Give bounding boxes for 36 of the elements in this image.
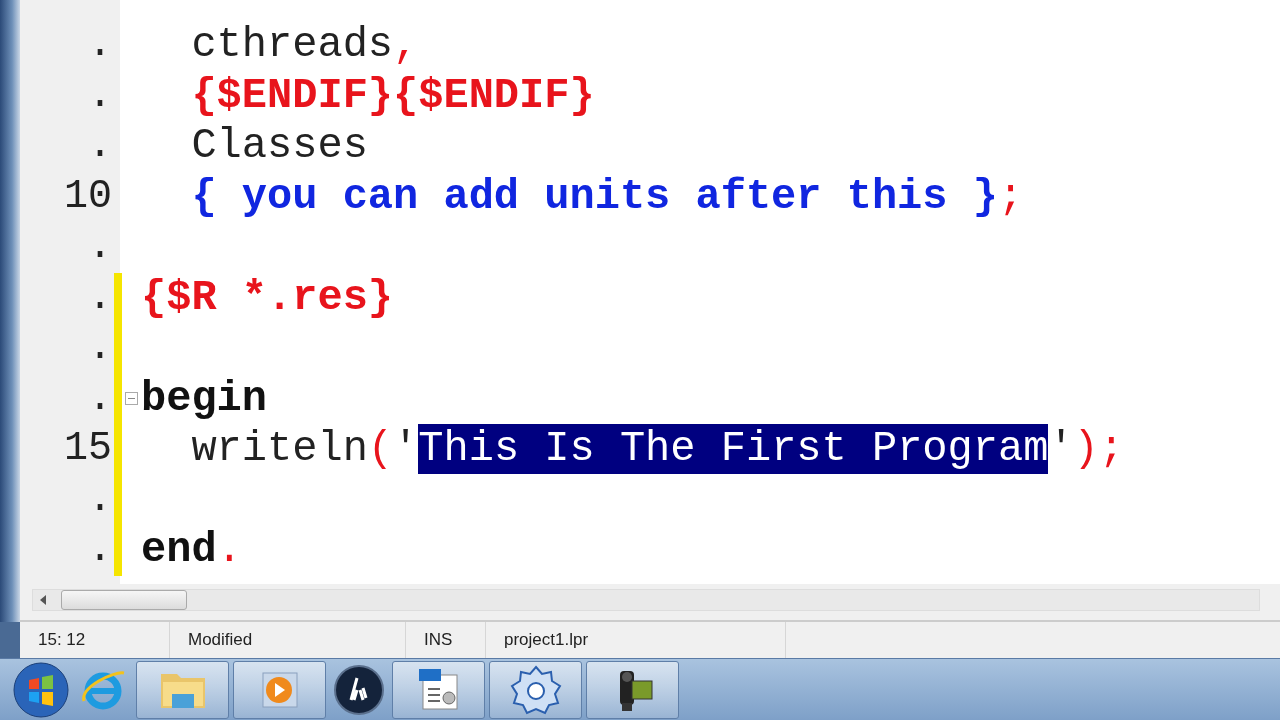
code-text: end bbox=[141, 525, 217, 576]
code-text: ; bbox=[1098, 424, 1125, 475]
code-text: {$ENDIF}{$ENDIF} bbox=[190, 70, 595, 121]
code-text: writeln bbox=[190, 424, 368, 475]
line-number: . bbox=[87, 223, 112, 272]
code-text: { you can add units after this } bbox=[190, 171, 998, 222]
start-orb-icon[interactable] bbox=[12, 660, 70, 719]
line-number: . bbox=[87, 122, 112, 171]
code-text: ' bbox=[1048, 424, 1074, 475]
scrollbar-thumb[interactable] bbox=[61, 590, 187, 610]
code-text: , bbox=[393, 20, 419, 71]
line-number: . bbox=[87, 21, 112, 70]
scroll-left-icon[interactable] bbox=[39, 595, 47, 605]
line-number: . bbox=[87, 273, 112, 322]
code-text: ; bbox=[997, 171, 1024, 222]
gear-icon[interactable] bbox=[509, 663, 562, 716]
code-text: cthreads bbox=[190, 20, 394, 71]
line-number: . bbox=[87, 526, 112, 575]
code-text: . bbox=[216, 525, 242, 576]
taskbar-button[interactable] bbox=[489, 660, 582, 719]
code-text: ) bbox=[1073, 424, 1099, 475]
line-number: 15 bbox=[63, 425, 112, 474]
line-number: 10 bbox=[63, 172, 112, 221]
line-number: . bbox=[87, 71, 112, 120]
code-text: Classes bbox=[190, 121, 368, 172]
code-text: begin bbox=[141, 373, 268, 424]
horizontal-scrollbar[interactable] bbox=[32, 589, 1260, 611]
fold-icon[interactable] bbox=[125, 392, 138, 406]
line-number: . bbox=[87, 475, 112, 524]
selected-text: This Is The First Program bbox=[418, 424, 1049, 475]
code-text: ( bbox=[367, 424, 394, 475]
code-text: {$R *.res} bbox=[141, 272, 394, 323]
taskbar-button[interactable] bbox=[586, 660, 679, 719]
code-text: ' bbox=[393, 424, 419, 475]
line-number: . bbox=[87, 324, 112, 373]
line-number: . bbox=[87, 374, 112, 423]
